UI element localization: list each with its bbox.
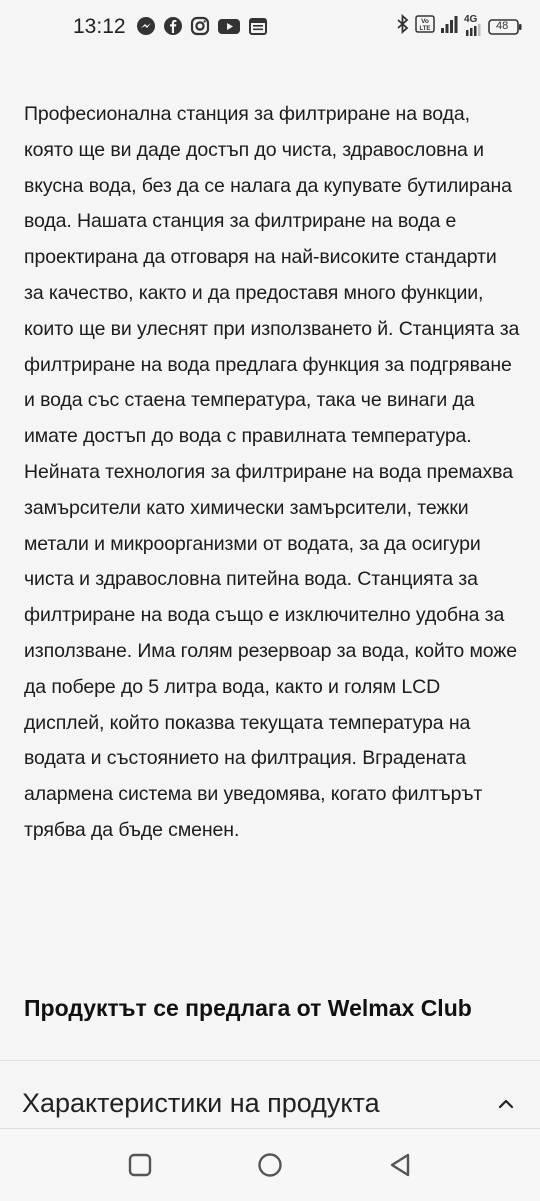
system-icons: Vo LTE 4G 48	[396, 14, 522, 39]
calendar-icon	[248, 16, 268, 41]
battery-icon: 48	[488, 18, 522, 36]
instagram-icon	[190, 16, 210, 41]
facebook-icon	[163, 16, 183, 41]
battery-level: 48	[496, 19, 509, 32]
signal-icon-1	[440, 14, 458, 39]
accordion-title: Характеристики на продукта	[22, 1088, 380, 1118]
back-button[interactable]	[387, 1151, 415, 1179]
home-icon	[258, 1153, 282, 1177]
notification-icons	[136, 16, 268, 41]
recents-button[interactable]	[126, 1151, 154, 1179]
seller-heading: Продуктът се предлага от Welmax Club	[24, 995, 472, 1021]
bluetooth-icon	[396, 13, 410, 39]
status-time: 13:12	[73, 15, 126, 38]
navigation-bar	[0, 1128, 540, 1201]
messenger-icon	[136, 16, 156, 41]
svg-text:LTE: LTE	[420, 26, 431, 32]
chevron-up-icon[interactable]	[496, 1094, 516, 1114]
back-icon	[390, 1153, 410, 1177]
product-description: Професионална станция за филтриране на в…	[24, 103, 520, 841]
svg-text:Vo: Vo	[421, 18, 429, 25]
signal-icon-2: 4G	[463, 14, 483, 37]
volte-icon: Vo LTE	[415, 14, 435, 39]
divider	[0, 1060, 540, 1061]
youtube-icon	[217, 16, 241, 41]
recents-icon	[128, 1153, 152, 1177]
home-button[interactable]	[256, 1151, 284, 1179]
status-bar: 13:12 Vo LTE 4G 48	[0, 0, 540, 54]
